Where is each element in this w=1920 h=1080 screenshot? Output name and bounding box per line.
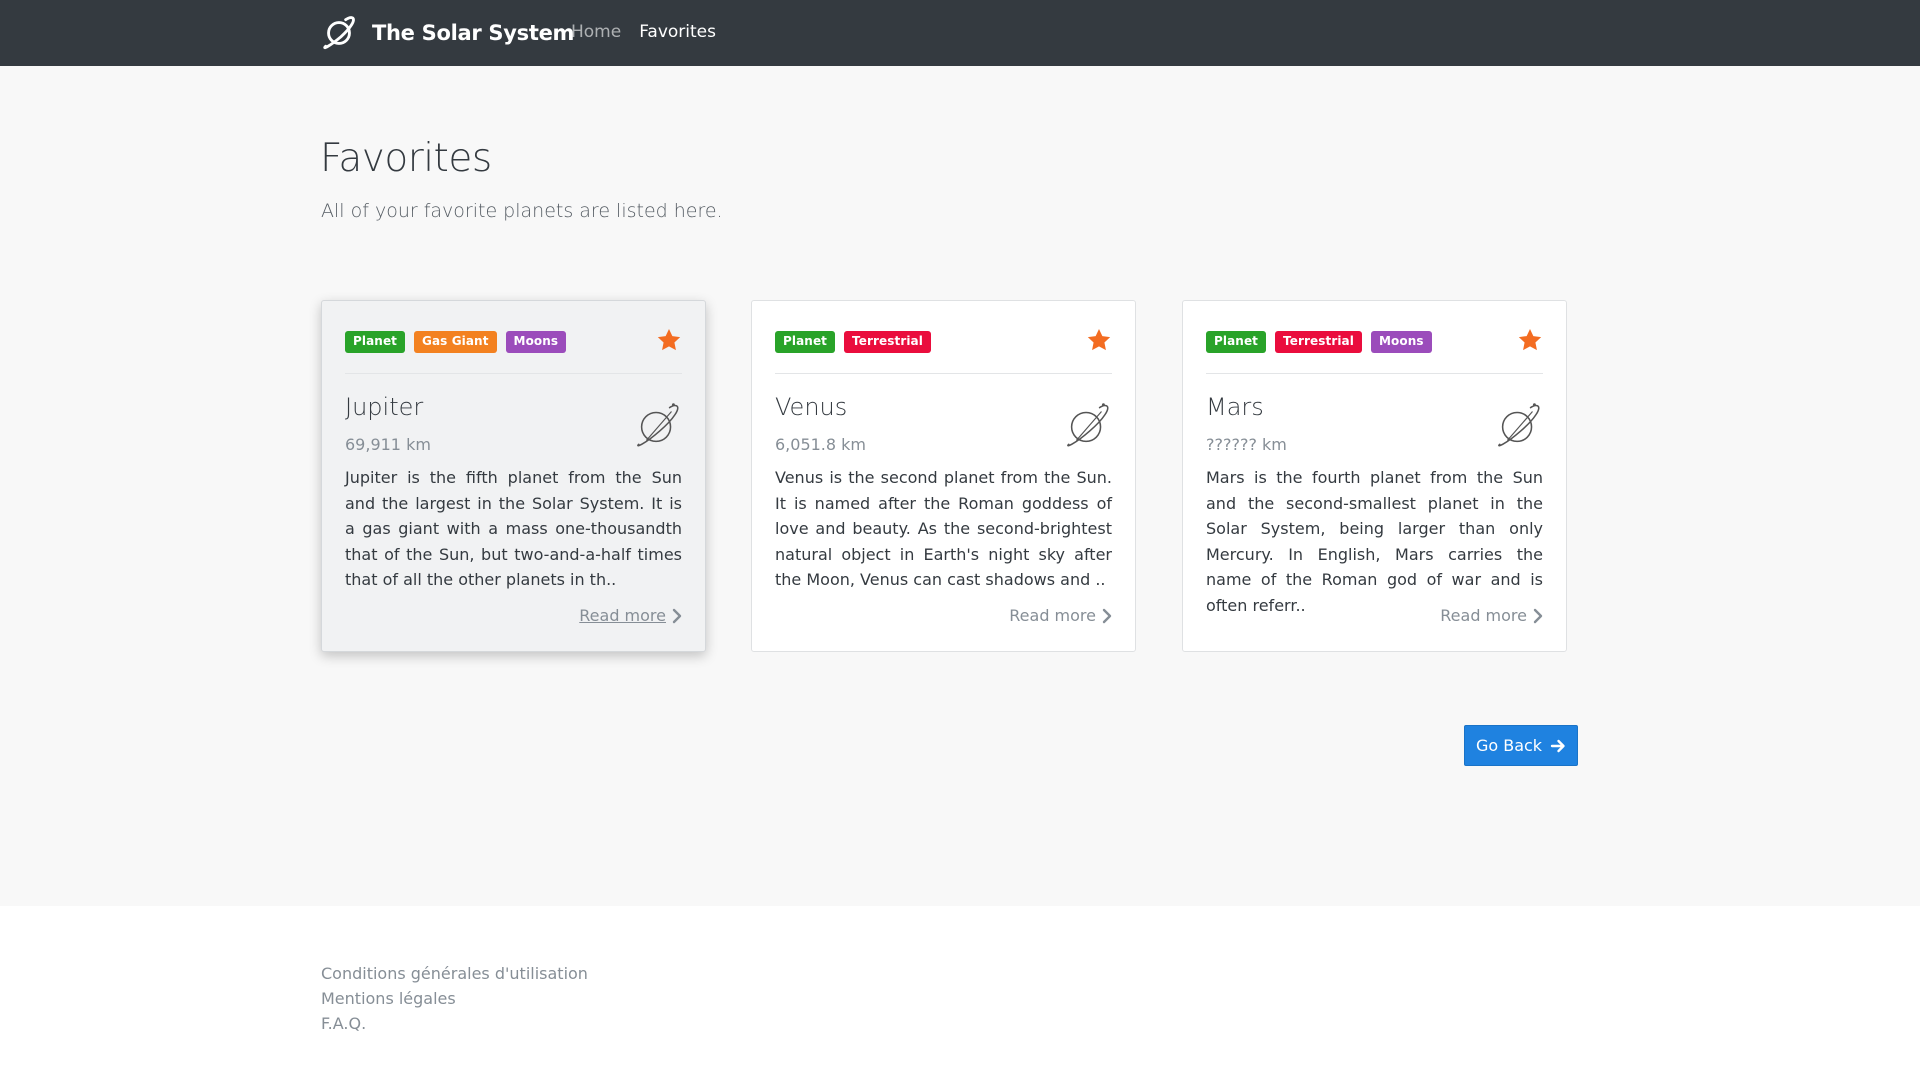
planet-name: Venus — [775, 393, 848, 421]
card-divider — [775, 373, 1112, 374]
planet-description: Venus is the second planet from the Sun.… — [775, 468, 1112, 589]
planet-name: Mars — [1206, 393, 1264, 421]
star-icon[interactable] — [1517, 327, 1543, 353]
planet-card-mars[interactable]: Planet Terrestrial Moons Mars ?????? km … — [1182, 300, 1567, 652]
read-more-label: Read more — [1009, 606, 1096, 625]
planet-description: Jupiter is the fifth planet from the Sun… — [345, 468, 682, 589]
chevron-right-icon — [1533, 608, 1543, 623]
read-more-link[interactable]: Read more — [579, 606, 682, 625]
star-icon[interactable] — [656, 327, 682, 353]
planet-icon — [637, 403, 679, 447]
navbar: The Solar System Home Favorites — [0, 0, 1920, 66]
planet-icon — [1067, 403, 1109, 447]
tag-list: Planet Terrestrial Moons — [1206, 331, 1432, 353]
tag-list: Planet Gas Giant Moons — [345, 331, 567, 353]
footer-link-faq[interactable]: F.A.Q. — [321, 1014, 588, 1034]
chevron-right-icon — [1102, 608, 1112, 623]
star-icon[interactable] — [1086, 327, 1112, 353]
brand-title: The Solar System — [372, 21, 575, 45]
tag-terrestrial: Terrestrial — [1275, 331, 1362, 353]
card-divider — [1206, 373, 1543, 374]
read-more-label: Read more — [579, 606, 666, 625]
tag-planet: Planet — [345, 331, 406, 353]
go-back-button[interactable]: Go Back — [1464, 725, 1578, 766]
go-back-label: Go Back — [1475, 736, 1543, 755]
chevron-right-icon — [672, 608, 682, 623]
nav-links: Home Favorites — [571, 22, 716, 42]
tag-gas-giant: Gas Giant — [414, 331, 497, 353]
card-divider — [345, 373, 682, 374]
footer-link-terms[interactable]: Conditions générales d'utilisation — [321, 964, 588, 984]
page-subtitle: All of your favorite planets are listed … — [321, 200, 723, 222]
planet-card-venus[interactable]: Planet Terrestrial Venus 6,051.8 km Venu… — [751, 300, 1136, 652]
nav-link-favorites[interactable]: Favorites — [639, 22, 716, 42]
footer-links: Conditions générales d'utilisation Menti… — [321, 964, 588, 1034]
planet-icon — [323, 16, 355, 50]
tag-planet: Planet — [1206, 331, 1267, 353]
arrow-right-icon — [1550, 739, 1565, 752]
planet-name: Jupiter — [345, 393, 424, 421]
planet-size: 69,911 km — [345, 435, 431, 454]
planet-description: Mars is the fourth planet from the Sun a… — [1206, 468, 1543, 615]
footer-link-legal[interactable]: Mentions légales — [321, 989, 588, 1009]
page-title: Favorites — [320, 136, 492, 181]
read-more-link[interactable]: Read more — [1440, 606, 1543, 625]
footer: Conditions générales d'utilisation Menti… — [0, 906, 1920, 1080]
tag-planet: Planet — [775, 331, 836, 353]
brand-link[interactable]: The Solar System — [320, 14, 574, 52]
read-more-link[interactable]: Read more — [1009, 606, 1112, 625]
tag-moons: Moons — [1370, 331, 1432, 353]
tag-list: Planet Terrestrial — [775, 331, 931, 353]
planet-size: ?????? km — [1206, 435, 1287, 454]
tag-terrestrial: Terrestrial — [844, 331, 931, 353]
planet-card-jupiter[interactable]: Planet Gas Giant Moons Jupiter 69,911 km… — [321, 300, 706, 652]
nav-link-home[interactable]: Home — [571, 22, 621, 42]
planet-icon — [1498, 403, 1540, 447]
planet-size: 6,051.8 km — [775, 435, 867, 454]
tag-moons: Moons — [505, 331, 567, 353]
read-more-label: Read more — [1440, 606, 1527, 625]
